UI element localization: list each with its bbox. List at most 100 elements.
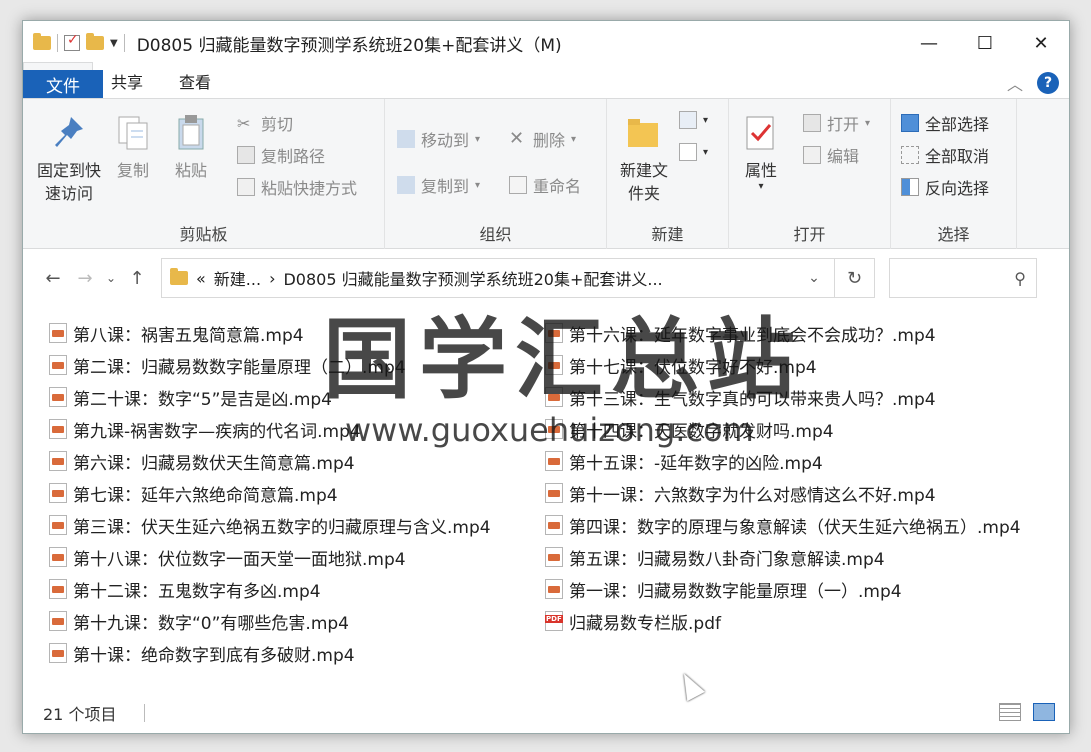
file-item[interactable]: 第三课：伏天生延六绝祸五数字的归藏原理与含义.mp4: [49, 511, 491, 539]
properties-quick-icon[interactable]: [64, 32, 80, 51]
video-file-icon: [49, 387, 67, 407]
group-select: 全部选择 全部取消 反向选择 选择: [891, 99, 1017, 249]
video-file-icon: [49, 611, 67, 631]
file-item[interactable]: 第十三课：生气数字真的可以带来贵人吗？.mp4: [545, 383, 936, 411]
paste-icon: [178, 115, 204, 150]
large-icons-view-icon[interactable]: [1033, 703, 1055, 721]
select-none-label: 全部取消: [925, 147, 990, 166]
new-folder-quick-icon[interactable]: [86, 33, 104, 50]
file-item[interactable]: 第二十课：数字“5”是吉是凶.mp4: [49, 383, 332, 411]
rename-icon: [509, 176, 527, 194]
properties-icon: [746, 116, 774, 150]
close-button[interactable]: ✕: [1013, 21, 1069, 65]
easy-access-icon: [679, 143, 697, 161]
folder-icon: [33, 33, 51, 50]
rename-button[interactable]: 重命名: [509, 173, 581, 197]
item-count: 21 个项目: [43, 705, 117, 724]
video-file-icon: [49, 323, 67, 343]
new-item-button[interactable]: ▾: [679, 111, 708, 129]
file-item[interactable]: 第六课：归藏易数伏天生简意篇.mp4: [49, 447, 355, 475]
tab-file[interactable]: 文件: [23, 70, 103, 98]
paste-shortcut-button[interactable]: 粘贴快捷方式: [237, 175, 357, 199]
file-item[interactable]: 第五课：归藏易数八卦奇门象意解读.mp4: [545, 543, 885, 571]
file-item[interactable]: 第十九课：数字“0”有哪些危害.mp4: [49, 607, 349, 635]
properties-button[interactable]: 属性 ▾: [743, 113, 779, 192]
video-file-icon: [49, 515, 67, 535]
file-item[interactable]: 第十二课：五鬼数字有多凶.mp4: [49, 575, 321, 603]
new-group-label: 新建: [651, 225, 684, 244]
file-item[interactable]: 第十六课：延年数字事业到底会不会成功？.mp4: [545, 319, 936, 347]
collapse-ribbon-icon[interactable]: ︿: [1007, 71, 1023, 95]
file-item[interactable]: 第七课：延年六煞绝命简意篇.mp4: [49, 479, 338, 507]
delete-button[interactable]: ✕ 删除 ▾: [509, 127, 576, 151]
properties-label: 属性: [744, 161, 777, 180]
move-to-button[interactable]: 移动到 ▾: [397, 127, 480, 151]
tab-view[interactable]: 查看: [161, 64, 229, 98]
file-name: 第八课：祸害五鬼简意篇.mp4: [73, 325, 304, 346]
file-item[interactable]: 第二课：归藏易数数字能量原理（二）.mp4: [49, 351, 406, 379]
open-button[interactable]: 打开 ▾: [803, 111, 870, 135]
copy-button[interactable]: 复制: [115, 113, 151, 182]
help-icon[interactable]: ?: [1037, 72, 1059, 94]
group-open: 属性 ▾ 打开 ▾ 编辑 打开: [729, 99, 891, 249]
invert-selection-label: 反向选择: [925, 179, 990, 198]
file-item[interactable]: 第十五课：-延年数字的凶险.mp4: [545, 447, 823, 475]
select-all-icon: [901, 114, 919, 132]
group-new: 新建文件夹 ▾ ▾ 新建: [607, 99, 729, 249]
group-organize: 移动到 ▾ ✕ 删除 ▾ 复制到 ▾ 重命名 组织: [385, 99, 607, 249]
select-all-button[interactable]: 全部选择: [901, 111, 989, 135]
file-item[interactable]: 第一课：归藏易数数字能量原理（一）.mp4: [545, 575, 902, 603]
details-view-icon[interactable]: [999, 703, 1021, 721]
pin-quick-access-button[interactable]: 固定到快速访问: [33, 113, 105, 205]
address-bar[interactable]: « 新建... › D0805 归藏能量数字预测学系统班20集+配套讲义... …: [161, 258, 875, 298]
file-name: 第十五课：-延年数字的凶险.mp4: [569, 453, 823, 474]
new-folder-button[interactable]: 新建文件夹: [615, 113, 673, 205]
file-name: 第十一课：六煞数字为什么对感情这么不好.mp4: [569, 485, 936, 506]
file-item[interactable]: 第九课-祸害数字—疾病的代名词.mp4: [49, 415, 361, 443]
address-dropdown-icon[interactable]: ⌄: [794, 259, 834, 297]
customize-toolbar-dropdown[interactable]: ▼: [110, 38, 118, 49]
edit-button[interactable]: 编辑: [803, 143, 859, 167]
file-name: 第十二课：五鬼数字有多凶.mp4: [73, 581, 321, 602]
folder-icon: [170, 268, 188, 285]
easy-access-button[interactable]: ▾: [679, 143, 708, 161]
file-item[interactable]: 归藏易数专栏版.pdf: [545, 607, 721, 635]
breadcrumb-parent[interactable]: 新建...: [214, 266, 261, 290]
file-name: 第六课：归藏易数伏天生简意篇.mp4: [73, 453, 355, 474]
invert-selection-button[interactable]: 反向选择: [901, 175, 989, 199]
edit-label: 编辑: [827, 147, 860, 166]
breadcrumb-overflow[interactable]: «: [196, 269, 206, 288]
file-item[interactable]: 第八课：祸害五鬼简意篇.mp4: [49, 319, 304, 347]
back-arrow-icon[interactable]: ←: [37, 268, 69, 289]
paste-button[interactable]: 粘贴: [173, 113, 209, 182]
file-name: 第十四课：天医数字就发财吗.mp4: [569, 421, 834, 442]
new-item-icon: [679, 111, 697, 129]
tab-share[interactable]: 共享: [93, 64, 161, 98]
recent-locations-icon[interactable]: ⌄: [101, 271, 121, 285]
cut-button[interactable]: ✂ 剪切: [237, 111, 293, 135]
up-arrow-icon[interactable]: ↑: [121, 268, 153, 289]
rename-label: 重命名: [533, 177, 582, 196]
video-file-icon: [545, 515, 563, 535]
file-item[interactable]: 第十四课：天医数字就发财吗.mp4: [545, 415, 834, 443]
file-item[interactable]: 第十一课：六煞数字为什么对感情这么不好.mp4: [545, 479, 936, 507]
file-item[interactable]: 第四课：数字的原理与象意解读（伏天生延六绝祸五）.mp4: [545, 511, 1021, 539]
file-item[interactable]: 第十七课：伏位数字好不好.mp4: [545, 351, 817, 379]
maximize-button[interactable]: ☐: [957, 21, 1013, 65]
refresh-icon[interactable]: ↻: [834, 259, 874, 297]
search-input[interactable]: ⚲: [889, 258, 1037, 298]
video-file-icon: [545, 323, 563, 343]
file-item[interactable]: 第十八课：伏位数字一面天堂一面地狱.mp4: [49, 543, 406, 571]
copy-path-button[interactable]: 复制路径: [237, 143, 325, 167]
video-file-icon: [49, 419, 67, 439]
select-none-button[interactable]: 全部取消: [901, 143, 989, 167]
video-file-icon: [545, 483, 563, 503]
copy-to-button[interactable]: 复制到 ▾: [397, 173, 480, 197]
pin-label: 固定到快速访问: [36, 161, 101, 203]
minimize-button[interactable]: —: [901, 21, 957, 65]
file-item[interactable]: 第十课：绝命数字到底有多破财.mp4: [49, 639, 355, 667]
search-icon: ⚲: [1014, 268, 1026, 288]
forward-arrow-icon[interactable]: →: [69, 268, 101, 289]
group-clipboard: 固定到快速访问 复制 粘贴 ✂ 剪切 复制路径 粘贴快捷方式 剪贴板: [23, 99, 385, 249]
breadcrumb-current[interactable]: D0805 归藏能量数字预测学系统班20集+配套讲义...: [283, 266, 662, 290]
